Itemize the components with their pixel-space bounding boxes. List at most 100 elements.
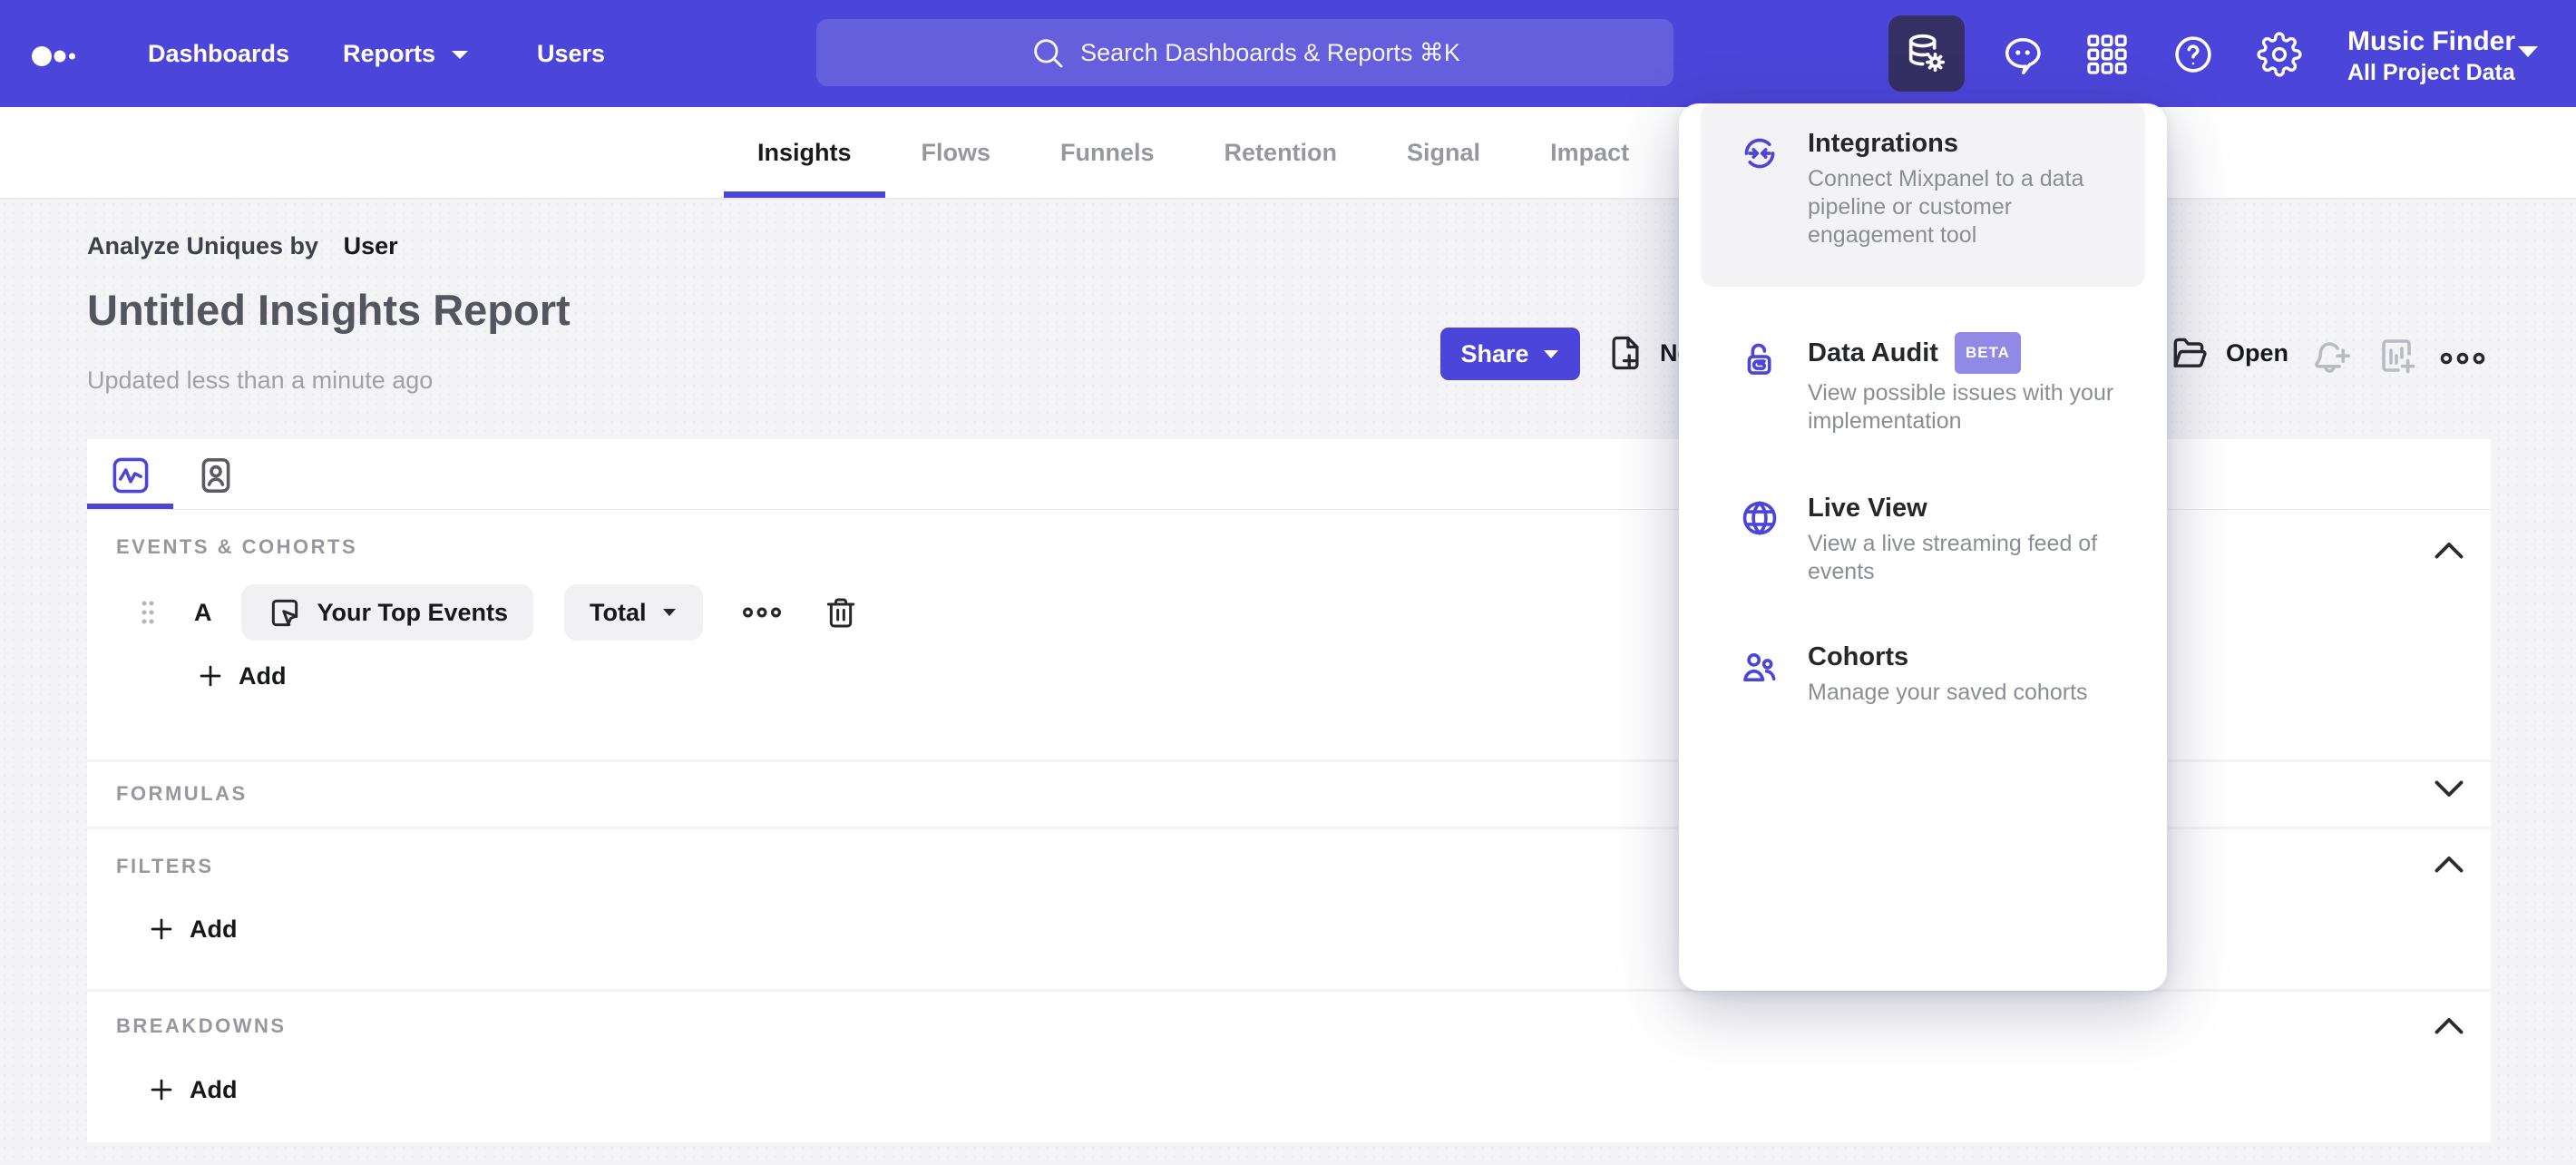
- section-label-formulas: FORMULAS: [116, 782, 248, 805]
- mixpanel-app: Dashboards Reports Users Search Dashboar…: [0, 0, 2576, 1165]
- nav-users[interactable]: Users: [537, 0, 605, 107]
- share-button[interactable]: Share: [1440, 328, 1580, 380]
- tab-funnels[interactable]: Funnels: [1060, 107, 1155, 198]
- search-placeholder: Search Dashboards & Reports ⌘K: [1080, 38, 1460, 66]
- lock-icon: [1747, 343, 1771, 375]
- search-icon: [1029, 34, 1066, 71]
- database-gear-icon: [1908, 34, 1946, 73]
- integrations-sync-icon: [1739, 132, 1781, 174]
- chevron-down-icon: [2435, 780, 2464, 797]
- add-alert-button[interactable]: [2309, 334, 2353, 377]
- section-label-breakdowns: BREAKDOWNS: [116, 1014, 287, 1037]
- tab-impact[interactable]: Impact: [1550, 107, 1629, 198]
- section-label-filters: FILTERS: [116, 855, 214, 877]
- metrics-tab[interactable]: [109, 454, 152, 497]
- delete-event-button[interactable]: [823, 592, 859, 632]
- metric-label: Total: [590, 598, 647, 626]
- report-type-tabbar: Insights Flows Funnels Retention Signal …: [0, 107, 2576, 198]
- person-card-icon: [201, 458, 230, 494]
- top-nav: Dashboards Reports Users Search Dashboar…: [0, 0, 2576, 107]
- project-selector[interactable]: Music Finder All Project Data: [2347, 25, 2515, 87]
- nav-dashboards[interactable]: Dashboards: [148, 0, 289, 107]
- breadcrumb-prefix: Analyze Uniques by: [87, 232, 319, 259]
- open-folder-icon: [2173, 338, 2207, 367]
- open-report-button[interactable]: Open: [2168, 332, 2288, 374]
- plus-icon: [151, 918, 172, 940]
- feedback-bubble-icon: [2005, 37, 2041, 74]
- cohorts-people-icon: [1739, 646, 1781, 688]
- report-overflow-menu[interactable]: [2440, 347, 2485, 370]
- mixpanel-logo-icon[interactable]: [31, 36, 94, 76]
- event-picker-label: Your Top Events: [317, 598, 509, 626]
- tab-retention[interactable]: Retention: [1225, 107, 1338, 198]
- add-filter-button[interactable]: Add: [147, 915, 237, 944]
- page-title[interactable]: Untitled Insights Report: [87, 285, 571, 335]
- tab-signal[interactable]: Signal: [1407, 107, 1480, 198]
- event-cursor-icon: [271, 599, 298, 627]
- globe-icon: [1742, 500, 1777, 536]
- event-row-overflow-menu[interactable]: [742, 602, 781, 622]
- apps-grid-icon: [2087, 34, 2127, 74]
- expand-formulas-chevron[interactable]: [2433, 778, 2465, 800]
- feedback-button[interactable]: [2000, 32, 2045, 77]
- plus-icon: [151, 1079, 172, 1101]
- trash-icon: [826, 598, 854, 628]
- event-row: A Your Top Events Total: [87, 584, 859, 641]
- apps-grid-button[interactable]: [2084, 32, 2130, 77]
- collapse-filters-chevron[interactable]: [2433, 853, 2465, 875]
- project-caret-icon[interactable]: [2514, 44, 2542, 62]
- help-button[interactable]: [2171, 32, 2216, 77]
- chart-pulse-icon: [112, 457, 149, 494]
- nav-reports[interactable]: Reports: [343, 0, 470, 107]
- add-event-button[interactable]: Add: [196, 661, 286, 690]
- collapse-events-chevron[interactable]: [2433, 539, 2465, 561]
- data-audit-lock-icon: [1739, 338, 1781, 379]
- tab-flows[interactable]: Flows: [922, 107, 991, 198]
- menu-item-title: Cohorts: [1808, 642, 1909, 671]
- help-icon: [2175, 36, 2211, 73]
- chevron-up-icon: [2435, 1018, 2464, 1034]
- add-to-board-button[interactable]: [2375, 334, 2418, 377]
- profiles-tab[interactable]: [194, 454, 238, 497]
- breadcrumb-value[interactable]: User: [344, 232, 398, 259]
- chart-plus-icon: [2382, 339, 2415, 374]
- search-input[interactable]: Search Dashboards & Reports ⌘K: [816, 19, 1673, 86]
- data-management-button[interactable]: [1888, 15, 1965, 92]
- menu-item-title: Live View: [1808, 494, 1927, 523]
- live-view-globe-icon: [1739, 497, 1781, 539]
- breadcrumb: Analyze Uniques by User: [87, 232, 398, 260]
- nav-dashboards-label: Dashboards: [148, 40, 290, 67]
- menu-item-cohorts[interactable]: Cohorts Manage your saved cohorts: [1739, 641, 2088, 707]
- sync-arrows-icon: [1744, 138, 1775, 169]
- menu-item-data-audit[interactable]: Data Audit BETA View possible issues with…: [1739, 332, 2131, 436]
- collapse-breakdowns-chevron[interactable]: [2433, 1014, 2465, 1036]
- updated-status: Updated less than a minute ago: [87, 367, 434, 394]
- drag-dots-icon: [141, 601, 154, 624]
- bell-plus-icon: [2315, 342, 2350, 373]
- project-name: Music Finder: [2347, 26, 2516, 56]
- nav-users-label: Users: [537, 40, 606, 67]
- add-breakdown-label: Add: [190, 1075, 238, 1103]
- section-label-events: EVENTS & COHORTS: [116, 535, 358, 558]
- event-picker-button[interactable]: Your Top Events: [240, 584, 534, 641]
- menu-item-title: Data Audit BETA: [1808, 332, 2131, 374]
- drag-handle[interactable]: [138, 596, 158, 629]
- report-type-tabs: Insights Flows Funnels Retention Signal …: [757, 107, 1629, 198]
- add-breakdown-button[interactable]: Add: [147, 1075, 237, 1104]
- plus-icon: [200, 665, 221, 687]
- settings-button[interactable]: [2257, 32, 2302, 77]
- menu-item-integrations[interactable]: Integrations Connect Mixpanel to a data …: [1701, 103, 2145, 287]
- caret-down-icon: [662, 609, 676, 616]
- project-scope: All Project Data: [2347, 60, 2515, 85]
- caret-down-icon: [450, 49, 470, 62]
- metric-dropdown[interactable]: Total: [564, 584, 703, 641]
- tab-insights[interactable]: Insights: [757, 107, 852, 198]
- menu-item-live-view[interactable]: Live View View a live streaming feed of …: [1739, 492, 2120, 586]
- menu-item-description: Manage your saved cohorts: [1808, 680, 2088, 705]
- overflow-dots-icon: [742, 607, 781, 618]
- menu-item-description: View possible issues with your implement…: [1808, 380, 2114, 434]
- menu-item-title: Integrations: [1808, 129, 1958, 158]
- chevron-up-icon: [2435, 857, 2464, 873]
- data-management-menu: Lexicon Document and transform your even…: [1679, 103, 2167, 991]
- menu-item-description: View a live streaming feed of events: [1808, 531, 2098, 584]
